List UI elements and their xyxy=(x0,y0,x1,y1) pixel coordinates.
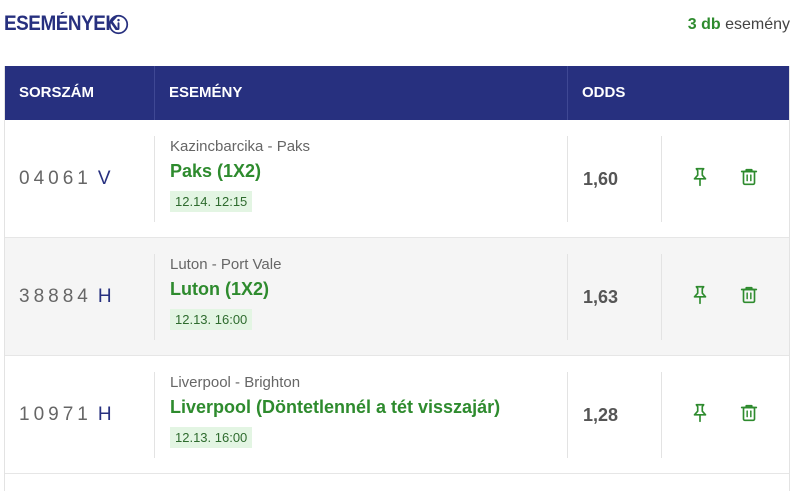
serial-number: 04061 V xyxy=(19,120,111,238)
pin-button[interactable] xyxy=(687,402,713,428)
bet-pick: Luton (1X2) xyxy=(170,279,269,299)
column-header-odds: ODDS xyxy=(567,66,789,120)
odds-cell: 1,63 xyxy=(567,254,662,340)
event-cell: Kazincbarcika - Paks Paks (1X2) 12.14. 1… xyxy=(154,136,567,222)
event-datetime-badge: 12.14. 12:15 xyxy=(170,191,253,212)
event-cell: Luton - Port Vale Luton (1X2) 12.13. 16:… xyxy=(154,254,567,340)
odds-value: 1,28 xyxy=(583,405,619,425)
serial-code: 04061 xyxy=(19,168,92,189)
event-datetime-badge: 12.13. 16:00 xyxy=(170,427,253,448)
pin-button[interactable] xyxy=(687,166,713,192)
bet-pick: Paks (1X2) xyxy=(170,161,262,181)
delete-button[interactable] xyxy=(736,284,762,310)
pin-icon xyxy=(689,402,711,429)
pin-icon xyxy=(689,284,711,311)
serial-code: 10971 xyxy=(19,404,92,425)
serial-code: 38884 xyxy=(19,286,92,307)
match-name: Liverpool - Brighton xyxy=(170,374,301,391)
event-count: 3 db esemény xyxy=(688,16,790,34)
match-name: Luton - Port Vale xyxy=(170,256,282,273)
serial-suffix: H xyxy=(97,404,112,425)
odds-cell: 1,60 xyxy=(567,136,662,222)
serial-suffix: V xyxy=(97,168,111,189)
events-header: ESEMÉNYEK 3 db esemény xyxy=(4,10,794,40)
odds-value: 1,60 xyxy=(583,169,619,189)
info-icon[interactable] xyxy=(108,14,129,35)
pin-button[interactable] xyxy=(687,284,713,310)
table-row: 38884 H Luton - Port Vale Luton (1X2) 12.… xyxy=(5,238,789,356)
serial-number: 38884 H xyxy=(19,238,112,356)
odds-value: 1,63 xyxy=(583,287,619,307)
trash-icon xyxy=(738,402,760,429)
bet-pick: Liverpool (Döntetlennél a tét visszajár) xyxy=(170,397,501,417)
delete-button[interactable] xyxy=(736,166,762,192)
column-header-serial: SORSZÁM xyxy=(19,84,94,101)
column-header-event: ESEMÉNY xyxy=(154,66,567,120)
serial-number: 10971 H xyxy=(19,356,112,474)
odds-cell: 1,28 xyxy=(567,372,662,458)
event-cell: Liverpool - Brighton Liverpool (Döntetle… xyxy=(154,372,567,458)
page-title: ESEMÉNYEK xyxy=(4,12,119,35)
trash-icon xyxy=(738,284,760,311)
table-row: 10971 H Liverpool - Brighton Liverpool (D… xyxy=(5,356,789,474)
delete-button[interactable] xyxy=(736,402,762,428)
table-header: SORSZÁM ESEMÉNY ODDS xyxy=(5,66,789,120)
pin-icon xyxy=(689,166,711,193)
table-row: 04061 V Kazincbarcika - Paks Paks (1X2) 1… xyxy=(5,120,789,238)
event-count-label: esemény xyxy=(725,16,790,33)
event-count-number: 3 db xyxy=(687,16,721,33)
serial-suffix: H xyxy=(97,286,112,307)
event-datetime-badge: 12.13. 16:00 xyxy=(170,309,253,330)
events-table: SORSZÁM ESEMÉNY ODDS 04061 V Kazincbarcik… xyxy=(4,66,790,491)
match-name: Kazincbarcika - Paks xyxy=(170,138,311,155)
trash-icon xyxy=(738,166,760,193)
